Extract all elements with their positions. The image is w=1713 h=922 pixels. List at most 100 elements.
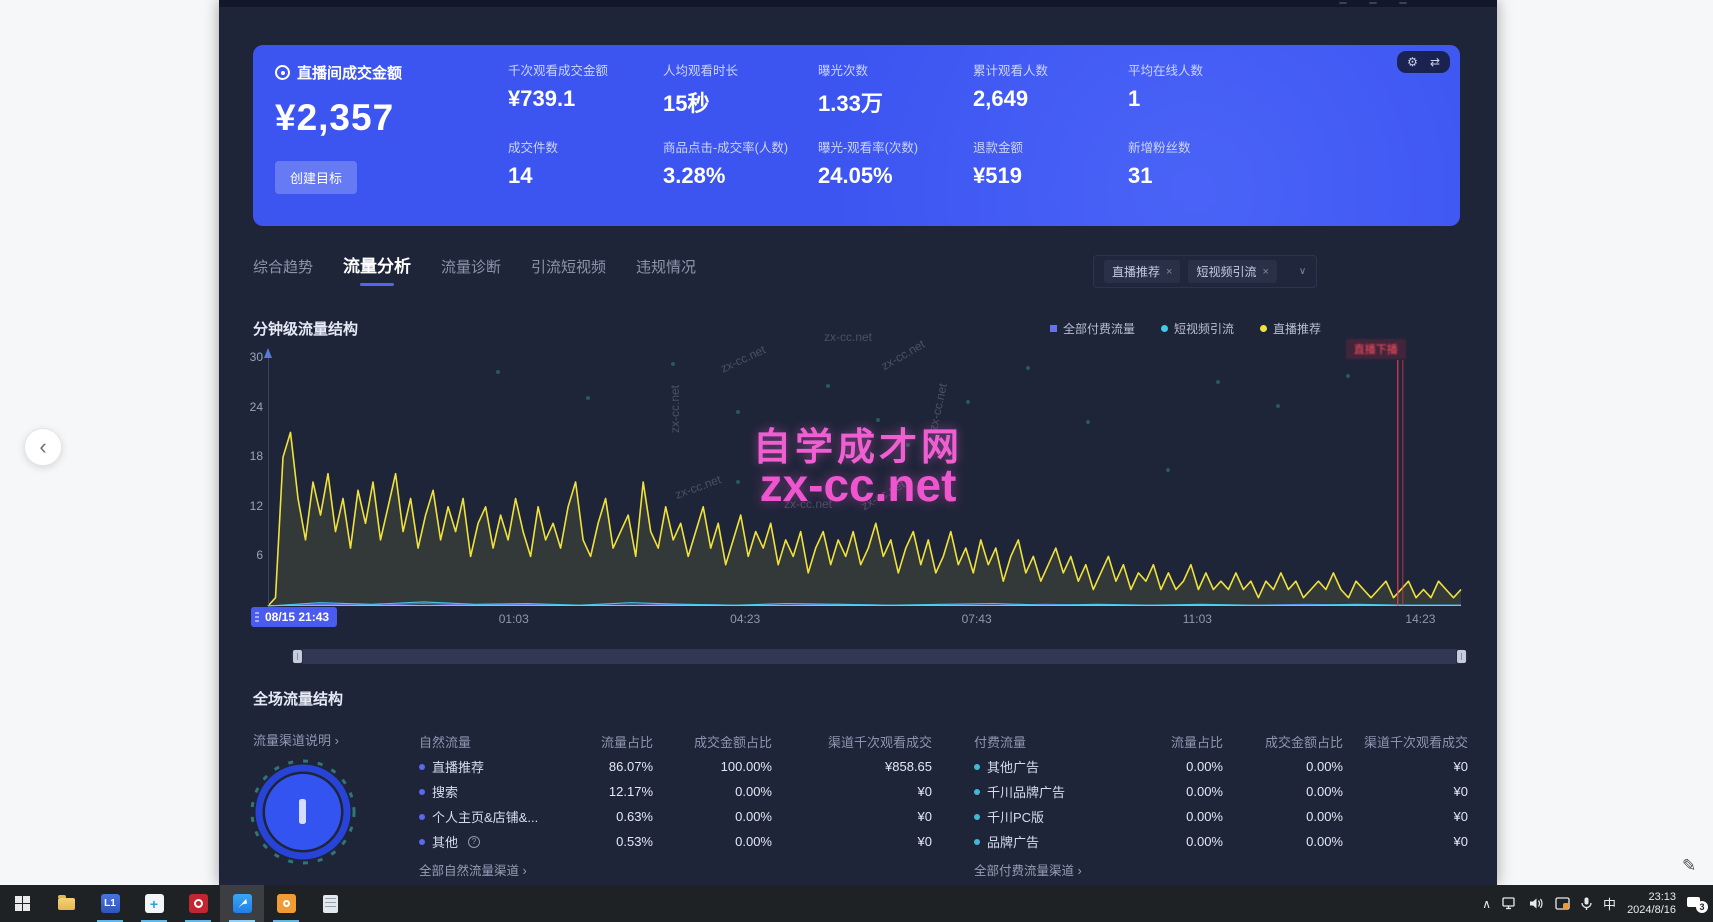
metric-label: 千次观看成交金额 (508, 60, 663, 79)
channel-dot (419, 814, 425, 820)
chart-range-scrollbar[interactable] (291, 649, 1468, 664)
x-tick-label: 01:03 (499, 612, 529, 626)
microphone-icon[interactable] (1581, 897, 1592, 911)
taskbar-app-red[interactable] (176, 885, 220, 922)
tab-流量诊断[interactable]: 流量诊断 (441, 256, 501, 286)
filter-chip[interactable]: 直播推荐 × (1104, 260, 1180, 283)
tab-违规情况[interactable]: 违规情况 (636, 256, 696, 286)
minute-section-title: 分钟级流量结构 (253, 318, 358, 339)
pencil-icon[interactable]: ✎ (1682, 856, 1696, 876)
plus-app-icon: + (145, 894, 164, 913)
y-tick-label: 24 (233, 400, 263, 414)
filter-chip[interactable]: 短视频引流× (1188, 260, 1276, 283)
channel-dot (974, 814, 980, 820)
x-tick-label: 14:23 (1405, 612, 1435, 626)
clock[interactable]: 23:13 2024/8/16 (1627, 891, 1676, 917)
table-column-header: 成交金额占比 (1223, 728, 1343, 754)
taskbar-app-l1[interactable]: L1 (88, 885, 132, 922)
taskbar-file-explorer[interactable] (44, 885, 88, 922)
metric-value: ¥739.1 (508, 86, 663, 112)
notification-count-badge: 3 (1696, 901, 1708, 913)
chart-legend: 全部付费流量 短视频引流 直播推荐 (1050, 320, 1321, 337)
y-tick-label: 6 (233, 548, 263, 562)
image-tool-icon[interactable] (1555, 897, 1570, 910)
channel-dot (419, 839, 425, 845)
taskbar-app-plus[interactable]: + (132, 885, 176, 922)
network-icon[interactable] (1502, 897, 1518, 910)
close-icon[interactable]: × (1262, 266, 1268, 278)
taskbar-app-orange[interactable] (264, 885, 308, 922)
legend-item[interactable]: 全部付费流量 (1050, 320, 1135, 337)
swap-icon[interactable]: ⇄ (1430, 55, 1440, 69)
channel-explain-link[interactable]: 流量渠道说明 › (253, 730, 339, 749)
range-track (303, 649, 1456, 664)
speaker-icon[interactable] (1529, 897, 1544, 910)
range-handle-right[interactable] (1457, 650, 1466, 663)
chevron-down-icon[interactable]: ∨ (1299, 266, 1306, 277)
watermark-small: zx-cc.net (824, 330, 872, 344)
metric-value: 3.28% (663, 163, 818, 189)
traffic-donut-chart[interactable] (247, 752, 359, 868)
channel-name: 个人主页&店铺&... (432, 807, 538, 826)
legend-item[interactable]: 短视频引流 (1161, 320, 1234, 337)
y-tick-label: 30 (233, 350, 263, 364)
tray-chevron-up-icon[interactable]: ∧ (1482, 897, 1491, 911)
time-range-start-badge[interactable]: 08/15 21:43 (251, 607, 337, 627)
all-paid-channels-link[interactable]: 全部付费流量渠道 › (974, 860, 1082, 879)
overall-section-title: 全场流量结构 (253, 688, 343, 709)
table-cell: 0.00% (653, 779, 772, 804)
metric-label: 商品点击-成交率(人数) (663, 137, 818, 156)
metric-label: 成交件数 (508, 137, 663, 156)
channel-dot (419, 764, 425, 770)
table-row-name[interactable]: 搜索 (419, 779, 571, 804)
table-row-name[interactable]: 其他? (419, 829, 571, 854)
tab-引流短视频[interactable]: 引流短视频 (531, 256, 606, 286)
traffic-filter-select[interactable]: 直播推荐×短视频引流× ∨ (1093, 255, 1317, 288)
table-row-name[interactable]: 个人主页&店铺&... (419, 804, 571, 829)
ime-indicator[interactable]: 中 (1603, 894, 1616, 913)
chevron-left-icon: ‹ (39, 436, 46, 458)
legend-marker (1260, 325, 1267, 332)
metric-cell: 退款金额¥519 (973, 137, 1128, 213)
notification-button[interactable]: 3 (1687, 894, 1707, 914)
back-button[interactable]: ‹ (24, 428, 62, 466)
clock-time: 23:13 (1627, 891, 1676, 904)
info-icon[interactable]: ? (468, 836, 480, 848)
metric-value: 14 (508, 163, 663, 189)
taskbar-app-notepad[interactable] (308, 885, 352, 922)
table-cell: ¥0 (772, 779, 932, 804)
folder-icon (58, 898, 75, 910)
range-handle-left[interactable] (293, 650, 302, 663)
table-row-name[interactable]: 品牌广告 (974, 829, 1124, 854)
metric-label: 累计观看人数 (973, 60, 1128, 79)
channel-dot (974, 764, 980, 770)
primary-metric-value: ¥2,357 (275, 97, 402, 139)
metric-value: 15秒 (663, 86, 818, 118)
table-cell: ¥858.65 (772, 754, 932, 779)
channel-dot (974, 789, 980, 795)
table-row-name[interactable]: 千川PC版 (974, 804, 1124, 829)
metric-cell: 商品点击-成交率(人数) 3.28% (663, 137, 818, 213)
table-row-name[interactable]: 千川品牌广告 (974, 779, 1124, 804)
start-button[interactable] (0, 885, 44, 922)
taskbar: L1 + ∧ (0, 885, 1713, 922)
metric-cell: 千次观看成交金额 ¥739.1 (508, 60, 663, 136)
metric-label: 新增粉丝数 (1128, 137, 1283, 156)
all-natural-channels-link[interactable]: 全部自然流量渠道 › (419, 860, 527, 879)
metric-label: 人均观看时长 (663, 60, 818, 79)
close-icon[interactable]: × (1166, 266, 1172, 278)
taskbar-app-live-assistant[interactable] (220, 885, 264, 922)
legend-label: 直播推荐 (1273, 320, 1321, 337)
tab-综合趋势[interactable]: 综合趋势 (253, 256, 313, 286)
table-cell: ¥0 (772, 804, 932, 829)
create-goal-button[interactable]: 创建目标 (275, 161, 357, 194)
tab-流量分析[interactable]: 流量分析 (343, 252, 411, 286)
primary-metric: 直播间成交金额 ¥2,357 创建目标 (275, 62, 402, 194)
filter-chip-label: 直播推荐 (1112, 263, 1160, 280)
legend-item[interactable]: 直播推荐 (1260, 320, 1321, 337)
metric-grid: 千次观看成交金额¥739.1人均观看时长15秒曝光次数1.33万累计观看人数2,… (508, 60, 1283, 213)
table-row-name[interactable]: 其他广告 (974, 754, 1124, 779)
gear-icon[interactable]: ⚙ (1407, 55, 1418, 69)
metric-value: 1.33万 (818, 86, 973, 118)
table-row-name[interactable]: 直播推荐 (419, 754, 571, 779)
